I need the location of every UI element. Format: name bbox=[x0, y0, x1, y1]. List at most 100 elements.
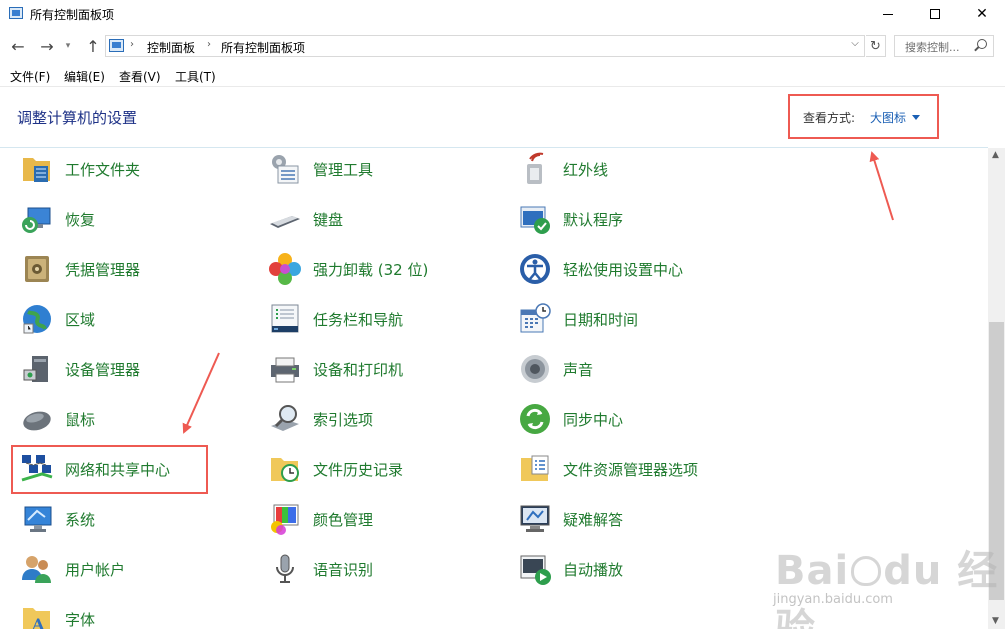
item-label[interactable]: 设备管理器 bbox=[65, 359, 140, 380]
item-label[interactable]: 恢复 bbox=[65, 209, 95, 230]
item-label[interactable]: 鼠标 bbox=[65, 409, 95, 430]
menu-bar: 文件(F) 编辑(E) 查看(V) 工具(T) bbox=[0, 65, 1005, 85]
item-label[interactable]: 凭据管理器 bbox=[65, 259, 140, 280]
control-panel-item[interactable]: 声音 bbox=[518, 349, 593, 389]
maximize-button[interactable] bbox=[912, 0, 958, 28]
mouse-icon bbox=[20, 402, 54, 436]
item-label[interactable]: 强力卸载 (32 位) bbox=[313, 259, 428, 280]
address-history-button[interactable]: ⌵ bbox=[848, 38, 862, 54]
control-panel-item[interactable]: 同步中心 bbox=[518, 399, 623, 439]
close-button[interactable]: ✕ bbox=[959, 0, 1005, 28]
ease-of-access-icon bbox=[518, 252, 552, 286]
color-management-icon bbox=[268, 502, 302, 536]
admin-tools-icon bbox=[268, 152, 302, 186]
item-label[interactable]: 文件资源管理器选项 bbox=[563, 459, 698, 480]
control-panel-item[interactable]: 用户帐户 bbox=[20, 549, 125, 589]
item-label[interactable]: 同步中心 bbox=[563, 409, 623, 430]
item-label[interactable]: 用户帐户 bbox=[65, 559, 125, 580]
chevron-right-icon[interactable]: › bbox=[207, 39, 211, 50]
chevron-right-icon[interactable]: › bbox=[130, 39, 134, 50]
back-button[interactable]: ← bbox=[7, 36, 29, 56]
svg-text:A: A bbox=[31, 615, 45, 629]
annotation-box-network bbox=[11, 445, 208, 494]
item-label[interactable]: 默认程序 bbox=[563, 209, 623, 230]
refresh-icon: ↻ bbox=[870, 38, 881, 54]
credential-manager-icon bbox=[20, 252, 54, 286]
control-panel-item[interactable]: 系统 bbox=[20, 499, 95, 539]
troubleshooting-icon bbox=[518, 502, 552, 536]
baidu-watermark: Bai du 经验 bbox=[775, 548, 999, 629]
address-bar[interactable]: › 控制面板 › 所有控制面板项 bbox=[105, 35, 865, 57]
item-label[interactable]: 声音 bbox=[563, 359, 593, 380]
taskbar-icon bbox=[268, 302, 302, 336]
control-panel-item[interactable]: 凭据管理器 bbox=[20, 249, 140, 289]
item-label[interactable]: 字体 bbox=[65, 609, 95, 629]
control-panel-item[interactable]: 默认程序 bbox=[518, 199, 623, 239]
item-label[interactable]: 自动播放 bbox=[563, 559, 623, 580]
control-panel-item[interactable]: 自动播放 bbox=[518, 549, 623, 589]
sync-center-icon bbox=[518, 402, 552, 436]
control-panel-item[interactable]: 设备和打印机 bbox=[268, 349, 403, 389]
control-panel-item[interactable]: 语音识别 bbox=[268, 549, 373, 589]
breadcrumb-all-items[interactable]: 所有控制面板项 bbox=[221, 39, 305, 56]
item-label[interactable]: 颜色管理 bbox=[313, 509, 373, 530]
watermark-url: jingyan.baidu.com bbox=[773, 592, 893, 607]
control-panel-item[interactable]: 日期和时间 bbox=[518, 299, 638, 339]
control-panel-item[interactable]: 区域 bbox=[20, 299, 95, 339]
item-label[interactable]: 语音识别 bbox=[313, 559, 373, 580]
minimize-icon bbox=[883, 13, 893, 15]
arrow-left-icon: ← bbox=[11, 36, 25, 56]
menu-tools[interactable]: 工具(T) bbox=[175, 68, 216, 85]
item-label[interactable]: 索引选项 bbox=[313, 409, 373, 430]
uninstaller-icon bbox=[268, 252, 302, 286]
control-panel-item[interactable]: A 字体 bbox=[20, 599, 95, 629]
control-panel-item[interactable]: 轻松使用设置中心 bbox=[518, 249, 683, 289]
scroll-up-icon[interactable]: ▲ bbox=[992, 150, 999, 160]
control-panel-item[interactable]: 设备管理器 bbox=[20, 349, 140, 389]
item-label[interactable]: 设备和打印机 bbox=[313, 359, 403, 380]
item-label[interactable]: 红外线 bbox=[563, 159, 608, 180]
annotation-arrow bbox=[869, 151, 894, 221]
control-panel-item[interactable]: 文件资源管理器选项 bbox=[518, 449, 698, 489]
control-panel-item[interactable]: 强力卸载 (32 位) bbox=[268, 249, 428, 289]
control-panel-item[interactable]: 键盘 bbox=[268, 199, 343, 239]
control-panel-item[interactable]: 文件历史记录 bbox=[268, 449, 403, 489]
control-panel-item[interactable]: 索引选项 bbox=[268, 399, 373, 439]
menu-view[interactable]: 查看(V) bbox=[119, 68, 161, 85]
arrow-up-icon: ↑ bbox=[86, 36, 100, 56]
chevron-down-icon: ▾ bbox=[65, 41, 71, 51]
control-panel-item[interactable]: 颜色管理 bbox=[268, 499, 373, 539]
recent-locations-button[interactable]: ▾ bbox=[61, 36, 75, 56]
control-panel-item[interactable]: 管理工具 bbox=[268, 149, 373, 189]
item-label[interactable]: 轻松使用设置中心 bbox=[563, 259, 683, 280]
menu-file[interactable]: 文件(F) bbox=[10, 68, 50, 85]
control-panel-item[interactable]: 工作文件夹 bbox=[20, 149, 140, 189]
control-panel-item[interactable]: 任务栏和导航 bbox=[268, 299, 403, 339]
control-panel-item[interactable]: 红外线 bbox=[518, 149, 608, 189]
control-panel-item[interactable]: 鼠标 bbox=[20, 399, 95, 439]
header-divider bbox=[0, 147, 988, 148]
item-label[interactable]: 文件历史记录 bbox=[313, 459, 403, 480]
annotation-box-view-by bbox=[788, 94, 939, 139]
item-label[interactable]: 键盘 bbox=[313, 209, 343, 230]
search-input[interactable]: 搜索控制... bbox=[894, 35, 994, 57]
item-label[interactable]: 疑难解答 bbox=[563, 509, 623, 530]
microphone-icon bbox=[268, 552, 302, 586]
item-label[interactable]: 管理工具 bbox=[313, 159, 373, 180]
breadcrumb-control-panel[interactable]: 控制面板 bbox=[147, 39, 195, 56]
item-label[interactable]: 系统 bbox=[65, 509, 95, 530]
infrared-icon bbox=[518, 152, 552, 186]
item-label[interactable]: 工作文件夹 bbox=[65, 159, 140, 180]
date-time-icon bbox=[518, 302, 552, 336]
item-label[interactable]: 区域 bbox=[65, 309, 95, 330]
control-panel-item[interactable]: 恢复 bbox=[20, 199, 95, 239]
item-label[interactable]: 日期和时间 bbox=[563, 309, 638, 330]
minimize-button[interactable] bbox=[865, 0, 911, 28]
menu-edit[interactable]: 编辑(E) bbox=[64, 68, 105, 85]
control-panel-item[interactable]: 疑难解答 bbox=[518, 499, 623, 539]
item-label[interactable]: 任务栏和导航 bbox=[313, 309, 403, 330]
keyboard-icon bbox=[268, 202, 302, 236]
forward-button[interactable]: → bbox=[36, 36, 58, 56]
up-button[interactable]: ↑ bbox=[82, 36, 104, 56]
refresh-button[interactable]: ↻ bbox=[866, 35, 886, 57]
